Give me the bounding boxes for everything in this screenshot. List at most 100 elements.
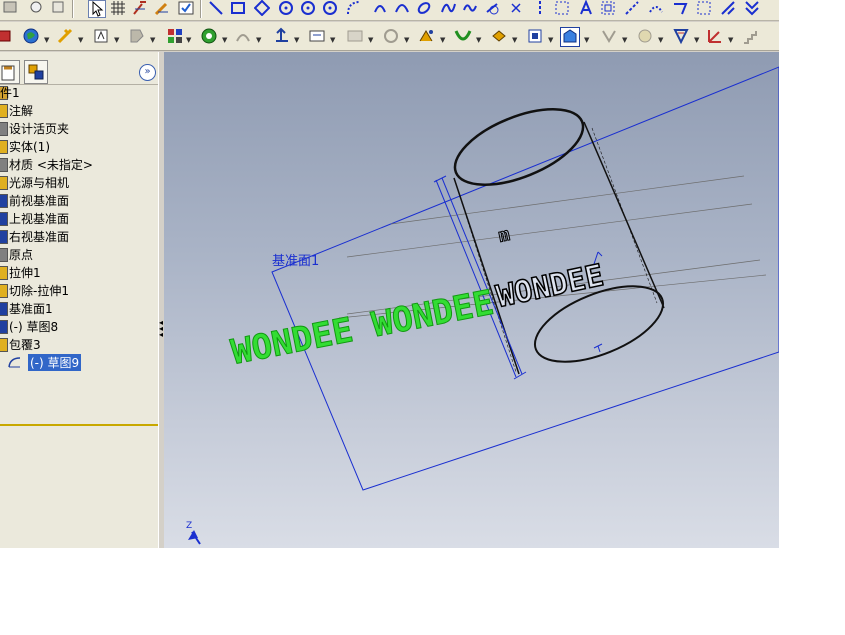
mark-icon[interactable]: [600, 27, 618, 45]
curves-icon[interactable]: [454, 27, 472, 45]
dropdown-arrow-icon[interactable]: ▼: [584, 36, 589, 44]
polygon-icon[interactable]: [254, 0, 270, 16]
check-icon[interactable]: [178, 0, 194, 16]
tree-item[interactable]: 注解: [0, 101, 158, 119]
tree-item[interactable]: 件1: [0, 83, 158, 101]
dropdown-arrow-icon[interactable]: ▼: [512, 36, 517, 44]
reference-geometry-icon[interactable]: [490, 27, 508, 45]
dropdown-arrow-icon[interactable]: ▼: [186, 36, 191, 44]
hide-show-icon[interactable]: [128, 27, 146, 45]
tree-item[interactable]: 光源与相机: [0, 173, 158, 191]
convert-entities-icon[interactable]: [696, 0, 712, 16]
dropdown-arrow-icon[interactable]: ▼: [622, 36, 627, 44]
undo-icon[interactable]: [28, 0, 44, 16]
tree-item[interactable]: 设计活页夹: [0, 119, 158, 137]
select-icon[interactable]: [88, 0, 106, 18]
grid-icon[interactable]: [110, 0, 126, 16]
move-entities-icon[interactable]: [720, 0, 736, 16]
dropdown-arrow-icon[interactable]: ▼: [694, 36, 699, 44]
dropdown-arrow-icon[interactable]: ▼: [440, 36, 445, 44]
appearance-icon[interactable]: [22, 27, 40, 45]
tree-item[interactable]: 上视基准面: [0, 209, 158, 227]
annotation-icon[interactable]: [560, 27, 580, 47]
split-entities-icon[interactable]: [672, 0, 688, 16]
tree-item[interactable]: 原点: [0, 245, 158, 263]
extend-icon[interactable]: [648, 0, 664, 16]
dropdown-arrow-icon[interactable]: ▼: [150, 36, 155, 44]
model-canvas: WONDEE m WONDEE WONDEE Z: [186, 66, 779, 545]
dropdown-arrow-icon[interactable]: ▼: [114, 36, 119, 44]
offset-icon[interactable]: [600, 0, 616, 16]
dropdown-arrow-icon[interactable]: ▼: [404, 36, 409, 44]
tree-item[interactable]: 切除-拉伸1: [0, 281, 158, 299]
partial-ellipse-icon[interactable]: [484, 0, 500, 16]
wrap-icon: [0, 338, 8, 352]
toolbar-overflow-icon[interactable]: [2, 0, 18, 16]
dropdown-arrow-icon[interactable]: ▼: [658, 36, 663, 44]
ellipse-icon[interactable]: [394, 0, 410, 16]
text-icon[interactable]: [554, 0, 570, 16]
dropdown-arrow-icon[interactable]: ▼: [44, 36, 49, 44]
zoom-icon[interactable]: [308, 27, 326, 45]
tree-item[interactable]: 实体(1): [0, 137, 158, 155]
apply-scene-icon[interactable]: [200, 27, 218, 45]
edit-appearance-icon[interactable]: [166, 27, 184, 45]
circle-icon[interactable]: [278, 0, 294, 16]
tree-item[interactable]: 拉伸1: [0, 263, 158, 281]
datum-icon[interactable]: [418, 27, 436, 45]
parabola-icon[interactable]: [508, 0, 524, 16]
rotate-icon[interactable]: [272, 27, 290, 45]
point-icon[interactable]: [440, 0, 456, 16]
dropdown-arrow-icon[interactable]: ▼: [728, 36, 733, 44]
arc-icon[interactable]: [322, 0, 338, 16]
dimxpert-icon[interactable]: [526, 27, 544, 45]
property-manager-tab[interactable]: [0, 60, 20, 84]
stairs-icon[interactable]: [742, 27, 760, 45]
line-icon[interactable]: [208, 0, 224, 16]
centerline-icon[interactable]: [416, 0, 432, 16]
tree-item[interactable]: 包覆3: [0, 335, 158, 353]
tree-item[interactable]: 前视基准面: [0, 191, 158, 209]
ellipse-tool-icon[interactable]: [462, 0, 478, 16]
trim-icon[interactable]: [624, 0, 640, 16]
spline-icon[interactable]: [372, 0, 388, 16]
dropdown-arrow-icon[interactable]: ▼: [294, 36, 299, 44]
splitter-grip-icon[interactable]: ◂ ◂ ◂: [159, 319, 163, 340]
tree-item[interactable]: 右视基准面: [0, 227, 158, 245]
graphics-viewport[interactable]: WONDEE m WONDEE WONDEE Z 基准面1: [164, 52, 779, 548]
dropdown-arrow-icon[interactable]: ▼: [222, 36, 227, 44]
rectangle-icon[interactable]: [230, 0, 246, 16]
lights-icon[interactable]: [234, 27, 252, 45]
dropdown-arrow-icon[interactable]: ▼: [368, 36, 373, 44]
sketch-point-icon[interactable]: [532, 0, 548, 16]
smart-dimension-icon[interactable]: [132, 0, 148, 16]
tree-item[interactable]: 材质 <未指定>: [0, 155, 158, 173]
linear-pattern-icon[interactable]: [744, 0, 760, 16]
toolbar-separator: [72, 0, 74, 18]
section-view-icon[interactable]: [56, 27, 74, 45]
expand-panel-button[interactable]: »: [139, 64, 156, 81]
view-orientation-icon[interactable]: [0, 27, 12, 45]
3d-sketch-icon[interactable]: [382, 27, 400, 45]
display-style-icon[interactable]: [92, 27, 110, 45]
tree-item[interactable]: (-) 草图8: [0, 317, 158, 335]
relations-icon[interactable]: [672, 27, 690, 45]
weld-icon[interactable]: [636, 27, 654, 45]
tangent-arc-icon[interactable]: [346, 0, 362, 16]
sketch-text[interactable]: WONDEE WONDEE: [228, 282, 498, 373]
tree-item[interactable]: 基准面1: [0, 299, 158, 317]
dropdown-arrow-icon[interactable]: ▼: [78, 36, 83, 44]
sketch-icon[interactable]: [154, 0, 170, 16]
dropdown-arrow-icon[interactable]: ▼: [548, 36, 553, 44]
perimeter-circle-icon[interactable]: [300, 0, 316, 16]
redo-icon[interactable]: [50, 0, 66, 16]
dropdown-arrow-icon[interactable]: ▼: [330, 36, 335, 44]
tree-item[interactable]: (-) 草图9: [0, 353, 158, 371]
dimensions-icon[interactable]: [706, 27, 724, 45]
view-setting-icon[interactable]: [346, 27, 364, 45]
dropdown-arrow-icon[interactable]: ▼: [256, 36, 261, 44]
mirror-icon[interactable]: [578, 0, 594, 16]
tree-item-label: 原点: [9, 248, 34, 262]
configuration-manager-tab[interactable]: [24, 60, 48, 84]
dropdown-arrow-icon[interactable]: ▼: [476, 36, 481, 44]
